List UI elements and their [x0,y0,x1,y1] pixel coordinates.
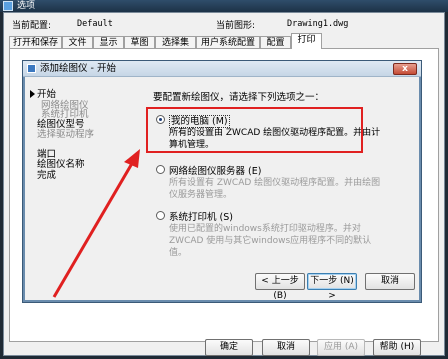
tab-plot[interactable]: 打印 [291,33,322,49]
annotation-arrow-icon [52,149,140,298]
